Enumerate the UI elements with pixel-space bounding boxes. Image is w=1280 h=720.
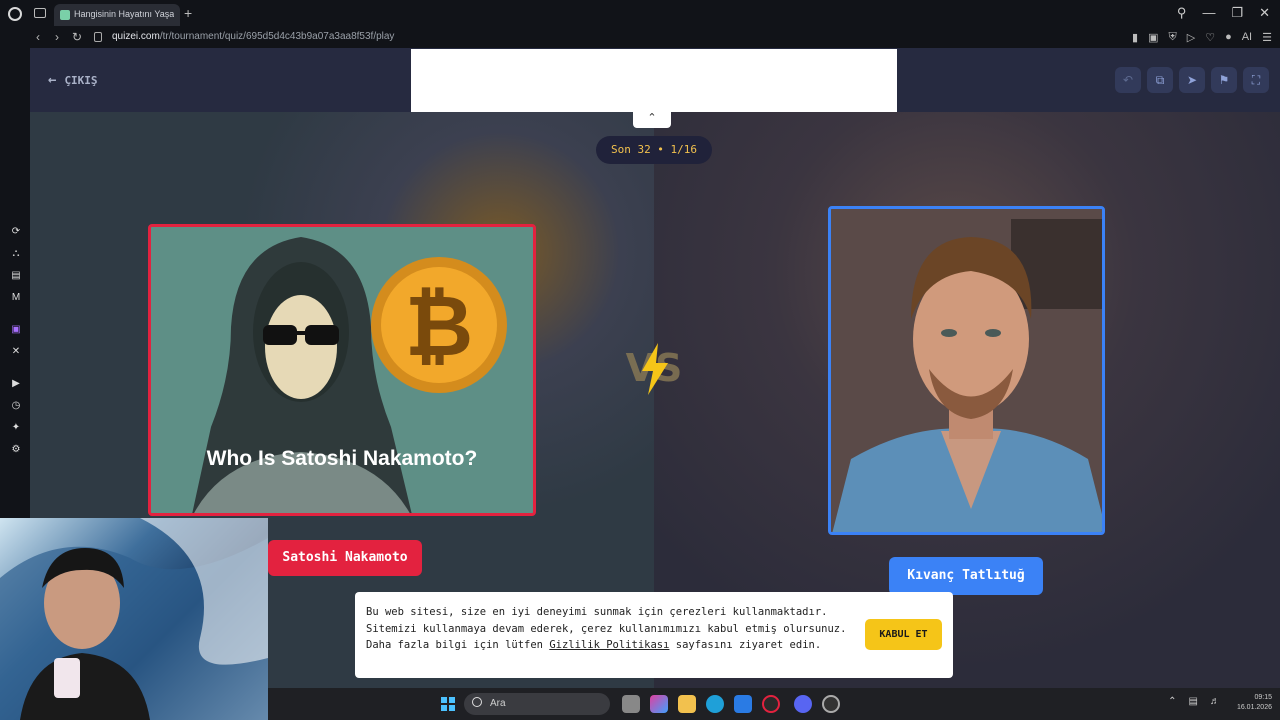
- clock[interactable]: 09:15 16.01.2026: [1237, 693, 1272, 713]
- maximize-icon[interactable]: ❐: [1231, 5, 1243, 21]
- reload-icon[interactable]: ↻: [72, 30, 82, 44]
- streamer-webcam-image: [0, 518, 268, 720]
- exit-button[interactable]: ← ÇIKIŞ: [48, 72, 98, 88]
- card-caption: Who Is Satoshi Nakamoto?: [206, 447, 478, 470]
- webcam-overlay: [0, 518, 268, 720]
- forward-icon[interactable]: ›: [55, 30, 59, 44]
- bookmark-icon[interactable]: ▮: [1132, 31, 1138, 44]
- minimize-icon[interactable]: —: [1202, 5, 1215, 21]
- copilot-icon[interactable]: [650, 695, 668, 713]
- right-candidate-name-button[interactable]: Kıvanç Tatlıtuğ: [889, 557, 1043, 595]
- right-candidate-card[interactable]: [828, 206, 1105, 535]
- hooded-figure-bitcoin-illustration: ₿: [151, 227, 533, 513]
- history-icon[interactable]: ◷: [10, 400, 22, 412]
- url-field[interactable]: quizei.com/tr/tournament/quiz/695d5d4c43…: [112, 31, 394, 42]
- obs-icon[interactable]: [822, 695, 840, 713]
- new-tab-button[interactable]: +: [184, 5, 192, 21]
- svg-text:₿: ₿: [405, 279, 473, 373]
- opera-taskbar-icon[interactable]: [762, 695, 780, 713]
- collapse-ad-button[interactable]: ⌃: [633, 110, 671, 128]
- store-icon[interactable]: [734, 695, 752, 713]
- cookie-banner: Bu web sitesi, size en iyi deneyimi sunm…: [355, 592, 953, 678]
- exit-label: ÇIKIŞ: [64, 73, 98, 87]
- accept-cookies-button[interactable]: KABUL ET: [865, 619, 942, 650]
- address-bar: ‹ › ↻ quizei.com/tr/tournament/quiz/695d…: [0, 28, 1280, 48]
- refresh-sidebar-icon[interactable]: ⟳: [10, 226, 22, 238]
- ad-banner: [411, 49, 897, 112]
- task-view-icon[interactable]: [622, 695, 640, 713]
- messenger-icon[interactable]: M: [10, 292, 22, 304]
- menu-icon[interactable]: ☰: [1262, 31, 1272, 44]
- search-tabs-icon[interactable]: ⚲: [1177, 5, 1187, 21]
- tab-menu-icon[interactable]: [34, 8, 46, 18]
- report-flag-button[interactable]: ⚑: [1211, 67, 1237, 93]
- lock-icon: [94, 32, 102, 42]
- vs-lightning-icon: VS: [626, 343, 682, 395]
- player-icon[interactable]: ▶: [10, 378, 22, 390]
- taskbar-search[interactable]: Ara: [464, 693, 610, 715]
- tab-title: Hangisinin Hayatını Yaşam: [74, 9, 174, 19]
- heart-icon[interactable]: ♡: [1205, 31, 1215, 44]
- tray-chevron-icon[interactable]: ⌃: [1168, 696, 1176, 707]
- left-candidate-name-button[interactable]: Satoshi Nakamoto: [268, 540, 422, 576]
- file-explorer-icon[interactable]: [678, 695, 696, 713]
- send-button[interactable]: ➤: [1179, 67, 1205, 93]
- privacy-policy-link[interactable]: Gizlilik Politikası: [549, 639, 669, 651]
- wallet-icon[interactable]: ▤: [10, 270, 22, 282]
- opera-logo-icon[interactable]: [8, 7, 22, 21]
- back-icon[interactable]: ‹: [36, 30, 40, 44]
- ai-button[interactable]: AI: [1242, 31, 1252, 44]
- clock-time: 09:15: [1254, 694, 1272, 701]
- share-button[interactable]: ⧉: [1147, 67, 1173, 93]
- taskbar-search-placeholder: Ara: [490, 698, 506, 709]
- close-window-icon[interactable]: ✕: [1259, 5, 1270, 21]
- discord-icon[interactable]: [794, 695, 812, 713]
- windows-start-icon[interactable]: [441, 697, 455, 711]
- cookie-message: Bu web sitesi, size en iyi deneyimi sunm…: [366, 606, 847, 651]
- x-icon[interactable]: ✕: [10, 346, 22, 358]
- extensions-icon[interactable]: ✦: [10, 422, 22, 434]
- arrow-left-icon: ←: [48, 72, 57, 88]
- clock-date: 16.01.2026: [1236, 704, 1272, 711]
- left-candidate-card[interactable]: ₿ Who Is Satoshi Nakamoto?: [148, 224, 536, 516]
- taskbar: Ara ⌃ ▤ ♬ 09:15 16.01.2026: [268, 688, 1280, 720]
- profile-icon[interactable]: ●: [1225, 31, 1232, 44]
- sidebar-rail: ⟳ ⛬ ▤ M ▣ ✕ ▶ ◷ ✦ ⚙: [0, 48, 30, 520]
- fullscreen-button[interactable]: ⛶: [1243, 67, 1269, 93]
- network-icon[interactable]: ▤: [1189, 696, 1198, 707]
- play-icon[interactable]: ▷: [1187, 31, 1195, 44]
- browser-titlebar: Hangisinin Hayatını Yaşam + ⚲ — ❐ ✕: [0, 0, 1280, 28]
- twitch-icon[interactable]: ▣: [10, 324, 22, 336]
- browser-tab-active[interactable]: Hangisinin Hayatını Yaşam: [54, 4, 180, 26]
- edge-icon[interactable]: [706, 695, 724, 713]
- tab-favicon-icon: [60, 10, 70, 20]
- snapshot-icon[interactable]: ▣: [1148, 31, 1158, 44]
- shield-icon[interactable]: ⛨: [1168, 31, 1176, 44]
- man-portrait-photo: [831, 209, 1102, 532]
- round-indicator: Son 32 • 1/16: [596, 136, 712, 164]
- settings-gear-icon[interactable]: ⚙: [10, 444, 22, 456]
- search-icon: [472, 697, 482, 707]
- undo-button[interactable]: ↶: [1115, 67, 1141, 93]
- volume-icon[interactable]: ♬: [1210, 696, 1220, 707]
- shopping-icon[interactable]: ⛬: [10, 248, 22, 260]
